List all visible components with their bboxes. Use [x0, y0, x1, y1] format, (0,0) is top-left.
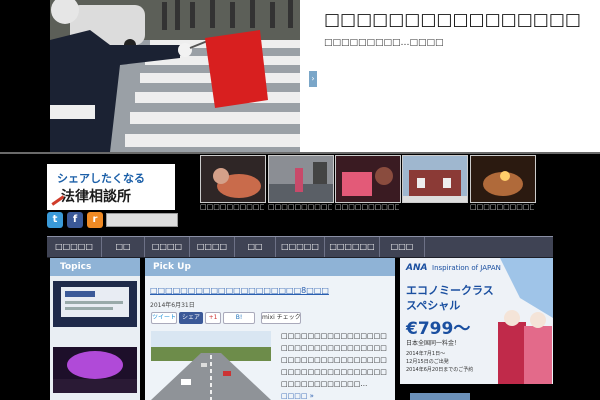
- topic-photo: [53, 281, 137, 327]
- thumbnail-5[interactable]: [470, 155, 536, 203]
- hero-image[interactable]: [50, 0, 300, 152]
- pickup-section: Pick Up □□□□□□□□□□□□□□□□□□□□8□□□ 2014年6月…: [145, 258, 395, 400]
- hero-photo-graphic: [50, 0, 300, 152]
- thumbnail-caption[interactable]: [402, 203, 466, 221]
- logo-tagline: シェアしたくなる: [57, 172, 145, 185]
- thumbnail-photo: [471, 156, 535, 202]
- hero-title[interactable]: □□□□□□□□□□□□□□□□: [324, 10, 581, 30]
- site-logo[interactable]: シェアしたくなる 法律相談所: [47, 164, 175, 210]
- ad-note: 日本全国同一料金！: [406, 340, 461, 347]
- article-date: 2014年6月31日: [150, 302, 195, 309]
- nav-item-2[interactable]: □□: [102, 237, 145, 257]
- twitter-icon[interactable]: t: [47, 212, 63, 228]
- topics-heading: Topics: [50, 258, 140, 276]
- thumbnail-3[interactable]: [335, 155, 401, 203]
- ad-dates: 2014年7月1日〜 12月15日のご出発 2014年6月20日までのご予約: [406, 351, 474, 373]
- nav-item-5[interactable]: □□: [235, 237, 276, 257]
- article-image[interactable]: [151, 331, 271, 400]
- nav-item-3[interactable]: □□□□: [145, 237, 190, 257]
- google-plus-button[interactable]: +1: [205, 312, 221, 324]
- thumbnail-caption[interactable]: □□□□□□□□□□□□□□□□: [470, 203, 534, 221]
- topics-sidebar: Topics: [50, 258, 140, 400]
- hatena-bookmark-button[interactable]: B!: [223, 312, 255, 324]
- hero-slider: □□□□□□□□□□□□□□□□ □□□□□□□□□…□□□□ ›: [0, 0, 600, 152]
- pickup-heading: Pick Up: [145, 258, 395, 276]
- thumbnail-4[interactable]: [402, 155, 468, 203]
- logo-title: 法律相談所: [61, 189, 131, 205]
- tweet-button[interactable]: ツイート: [151, 312, 177, 324]
- ad-inspiration: Inspiration of JAPAN: [432, 264, 501, 272]
- nav-item-1[interactable]: □□□□□: [47, 237, 102, 257]
- hero-subtitle: □□□□□□□□□…□□□□: [324, 38, 444, 48]
- thumbnail-photo: [403, 156, 467, 202]
- main-nav: □□□□□ □□ □□□□ □□□□ □□ □□□□□ □□□□□□ □□□: [47, 236, 553, 258]
- thumbnail-caption[interactable]: □□□□□□□□□□□□□□□□: [268, 203, 332, 221]
- thumbnail-2[interactable]: [268, 155, 334, 203]
- thumbnail-photo: [201, 156, 265, 202]
- ad-headline-1: エコノミークラス: [406, 284, 494, 297]
- thumbnail-1[interactable]: [200, 155, 266, 203]
- ad-headline-2: スペシャル: [406, 299, 461, 312]
- sidebar-widget-header: [410, 393, 470, 400]
- ana-advertisement[interactable]: ANA Inspiration of JAPAN エコノミークラス スペシャル …: [400, 258, 553, 384]
- article-title-link[interactable]: □□□□□□□□□□□□□□□□□□□□8□□□: [150, 286, 329, 295]
- ad-brand: ANA: [406, 263, 428, 273]
- thumbnail-caption[interactable]: □□□□□□□□□□□□□□□□: [200, 203, 264, 221]
- thumbnail-photo: [336, 156, 400, 202]
- facebook-share-button[interactable]: シェア: [179, 312, 203, 324]
- thumbnail-caption[interactable]: □□□□□□□□□□□□□□□□: [335, 203, 399, 221]
- nav-item-4[interactable]: □□□□: [190, 237, 235, 257]
- read-more-link[interactable]: □□□□ »: [281, 392, 314, 400]
- ad-price: €799〜: [406, 319, 471, 339]
- header-divider: [0, 152, 600, 154]
- nav-item-8[interactable]: □□□: [380, 237, 425, 257]
- mixi-check-button[interactable]: mixi チェック: [261, 312, 301, 324]
- search-input[interactable]: [106, 213, 178, 227]
- slider-next-button[interactable]: ›: [309, 71, 317, 87]
- rss-icon[interactable]: r: [87, 212, 103, 228]
- nav-item-7[interactable]: □□□□□□: [325, 237, 380, 257]
- article-photo: [151, 331, 271, 400]
- topic-item-2[interactable]: [53, 347, 137, 393]
- nav-item-6[interactable]: □□□□□: [276, 237, 325, 257]
- topic-photo: [53, 347, 137, 393]
- hero-caption-panel: □□□□□□□□□□□□□□□□ □□□□□□□□□…□□□□ ›: [300, 0, 600, 152]
- article-excerpt: □□□□□□□□□□□□□□□□□□□□□□□□□□□□□□□□□□□□□□□□…: [281, 332, 387, 388]
- topic-item-1[interactable]: [53, 281, 137, 327]
- thumbnail-photo: [269, 156, 333, 202]
- facebook-icon[interactable]: f: [67, 212, 83, 228]
